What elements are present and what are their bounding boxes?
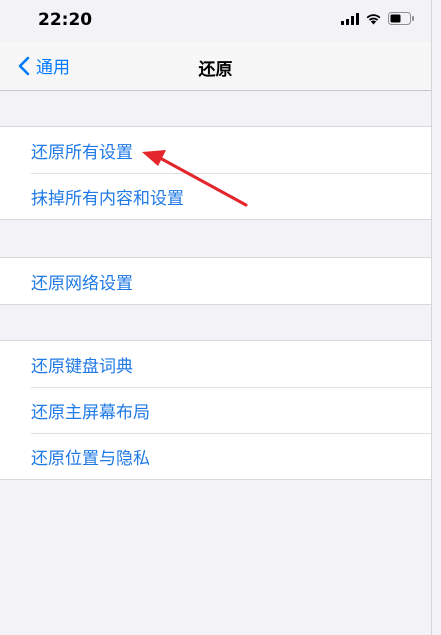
status-time: 22:20 xyxy=(38,10,93,30)
status-icons xyxy=(341,12,415,25)
navigation-bar: 通用 还原 xyxy=(0,42,431,91)
settings-screen: 22:20 通用 还原 还原所有设置 抹掉所有内容和设置 还原网络设置 还原键盘… xyxy=(0,0,432,635)
reset-group-primary: 还原所有设置 抹掉所有内容和设置 xyxy=(0,126,431,220)
page-title: 还原 xyxy=(198,60,233,80)
battery-icon xyxy=(388,12,414,25)
reset-location-and-privacy[interactable]: 还原位置与隐私 xyxy=(0,433,431,479)
reset-group-other: 还原键盘词典 还原主屏幕布局 还原位置与隐私 xyxy=(0,340,431,480)
reset-home-screen-layout[interactable]: 还原主屏幕布局 xyxy=(0,387,431,433)
cellular-signal-icon xyxy=(341,12,359,25)
wifi-icon xyxy=(366,13,381,24)
reset-network-settings[interactable]: 还原网络设置 xyxy=(0,258,431,304)
reset-group-network: 还原网络设置 xyxy=(0,257,431,305)
status-bar: 22:20 xyxy=(0,0,431,42)
reset-all-settings[interactable]: 还原所有设置 xyxy=(0,127,431,173)
reset-keyboard-dictionary[interactable]: 还原键盘词典 xyxy=(0,341,431,387)
erase-all-content-and-settings[interactable]: 抹掉所有内容和设置 xyxy=(0,173,431,219)
annotation-arrow-icon xyxy=(142,150,248,207)
